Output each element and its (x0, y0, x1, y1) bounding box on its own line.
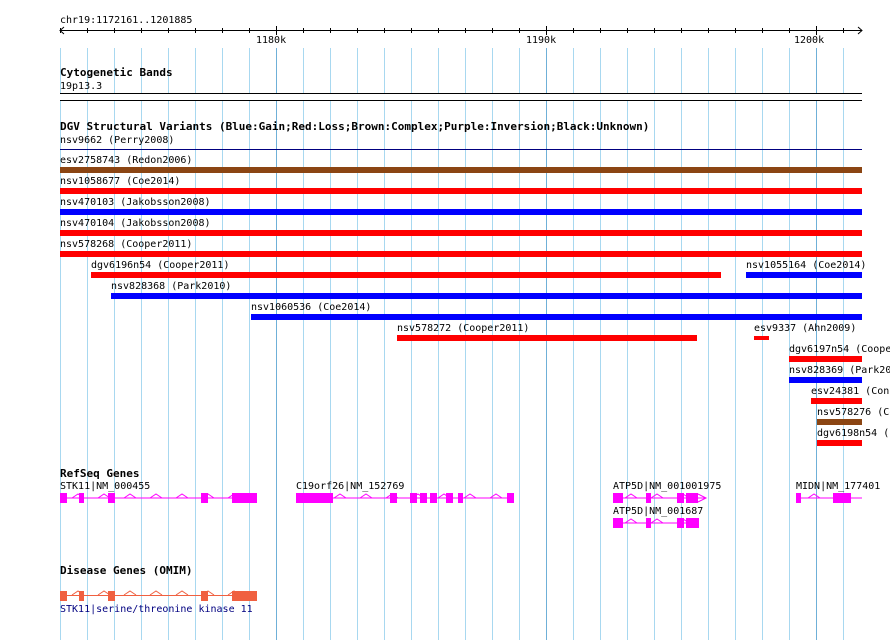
dgv-variant-label[interactable]: nsv578272 (Cooper2011) (397, 324, 529, 334)
dgv-variant-bar[interactable] (746, 272, 862, 278)
dgv-variant-label[interactable]: nsv1055164 (Coe2014) (746, 261, 866, 271)
dgv-variant-label[interactable]: nsv578276 (Co (817, 408, 890, 418)
dgv-variant-label[interactable]: esv24381 (Conr (811, 387, 890, 397)
omim-gene-exon (232, 591, 257, 601)
dgv-variant-bar[interactable] (817, 419, 862, 425)
dgv-variant-label[interactable]: dgv6196n54 (Cooper2011) (91, 261, 229, 271)
dgv-variant-bar[interactable] (60, 188, 862, 194)
dgv-variant-bar[interactable] (60, 251, 862, 257)
refseq-intron-chevron (650, 493, 664, 499)
omim-intron-chevron (149, 590, 163, 596)
dgv-variant-label[interactable]: esv2758743 (Redon2006) (60, 156, 192, 166)
genome-browser-panel: chr19:1172161..1201885 1180k 1190k 1200k… (0, 0, 890, 640)
refseq-gene-exon (613, 518, 623, 528)
refseq-track-title: RefSeq Genes (60, 467, 140, 480)
cytoband-track-title: Cytogenetic Bands (60, 66, 173, 79)
dgv-variant-label[interactable]: nsv9662 (Perry2008) (60, 136, 174, 146)
refseq-intron-chevron (807, 493, 821, 499)
dgv-variant-bar[interactable] (789, 377, 862, 383)
dgv-variant-bar[interactable] (811, 398, 862, 404)
refseq-gene-exon (692, 493, 698, 503)
cytoband-label: 19p13.3 (60, 81, 103, 92)
dgv-variant-bar[interactable] (60, 167, 862, 173)
refseq-gene-exon (108, 493, 115, 503)
omim-intron-chevron (123, 590, 137, 596)
dgv-variant-bar[interactable] (754, 336, 769, 340)
dgv-variant-label[interactable]: nsv828369 (Park20 (789, 366, 890, 376)
refseq-gene-exon (458, 493, 463, 503)
refseq-intron-chevron (333, 493, 347, 499)
refseq-gene-label[interactable]: STK11|NM_000455 (60, 482, 150, 492)
refseq-intron-chevron (123, 493, 137, 499)
refseq-gene-exon (201, 493, 208, 503)
omim-intron-chevron (175, 590, 189, 596)
ruler-tick-label: 1200k (794, 35, 825, 46)
dgv-variant-label[interactable]: esv9337 (Ahn2009) (754, 324, 856, 334)
refseq-gene-exon (613, 493, 623, 503)
refseq-gene-exon (232, 493, 257, 503)
dgv-variant-bar[interactable] (251, 314, 862, 320)
dgv-variant-label[interactable]: nsv578268 (Cooper2011) (60, 240, 192, 250)
omim-gene-label[interactable]: STK11|serine/threonine kinase 11 (60, 605, 253, 615)
refseq-gene-exon (507, 493, 514, 503)
omim-gene-exon (60, 591, 67, 601)
omim-track-title: Disease Genes (OMIM) (60, 564, 193, 577)
dgv-variant-label[interactable]: nsv470103 (Jakobsson2008) (60, 198, 211, 208)
ruler-tick-label: 1180k (256, 35, 287, 46)
refseq-gene-exon (60, 493, 67, 503)
dgv-variant-label[interactable]: nsv1058677 (Coe2014) (60, 177, 180, 187)
dgv-variant-bar[interactable] (789, 356, 862, 362)
refseq-gene-exon (796, 493, 801, 503)
dgv-variant-bar[interactable] (817, 440, 862, 446)
refseq-intron-chevron (149, 493, 163, 499)
refseq-intron-chevron (624, 493, 638, 499)
refseq-gene-label[interactable]: C19orf26|NM_152769 (296, 482, 404, 492)
refseq-intron-chevron (175, 493, 189, 499)
dgv-track-title: DGV Structural Variants (Blue:Gain;Red:L… (60, 120, 650, 133)
cytoband-bar[interactable] (60, 93, 862, 101)
dgv-variant-bar[interactable] (111, 293, 862, 299)
refseq-gene-exon (677, 493, 684, 503)
refseq-gene-exon (833, 493, 851, 503)
refseq-gene-exon (677, 518, 684, 528)
dgv-variant-bar[interactable] (397, 335, 697, 341)
dgv-variant-label[interactable]: dgv6197n54 (Coope (789, 345, 890, 355)
dgv-variant-bar[interactable] (60, 230, 862, 236)
dgv-variant-label[interactable]: nsv470104 (Jakobsson2008) (60, 219, 211, 229)
dgv-variant-bar[interactable] (91, 272, 721, 278)
refseq-gene-exon (686, 518, 699, 528)
ruler-tick-label: 1190k (526, 35, 557, 46)
refseq-gene-label[interactable]: ATP5D|NM_001687 (613, 507, 703, 517)
refseq-gene-exon (430, 493, 437, 503)
dgv-variant-label[interactable]: nsv1060536 (Coe2014) (251, 303, 371, 313)
refseq-intron-chevron (624, 518, 638, 524)
refseq-gene-exon (646, 518, 651, 528)
dgv-variant-label[interactable]: dgv6198n54 ( (817, 429, 889, 439)
refseq-intron-chevron (650, 518, 664, 524)
refseq-gene-label[interactable]: MIDN|NM_177401 (796, 482, 880, 492)
dgv-variant-label[interactable]: nsv828368 (Park2010) (111, 282, 231, 292)
refseq-intron-chevron (359, 493, 373, 499)
omim-gene-exon (108, 591, 115, 601)
refseq-intron-chevron (489, 493, 503, 499)
refseq-gene-exon (79, 493, 84, 503)
locus-label: chr19:1172161..1201885 (60, 15, 193, 26)
refseq-gene-exon (420, 493, 427, 503)
omim-gene-exon (201, 591, 208, 601)
refseq-gene-exon (410, 493, 417, 503)
refseq-gene-label[interactable]: ATP5D|NM_001001975 (613, 482, 721, 492)
refseq-gene-exon (646, 493, 651, 503)
refseq-gene-exon (390, 493, 397, 503)
refseq-gene-exon (446, 493, 453, 503)
omim-gene-exon (79, 591, 84, 601)
dgv-variant-bar[interactable] (60, 209, 862, 215)
refseq-gene-exon (296, 493, 333, 503)
refseq-gene-exon (686, 493, 692, 503)
